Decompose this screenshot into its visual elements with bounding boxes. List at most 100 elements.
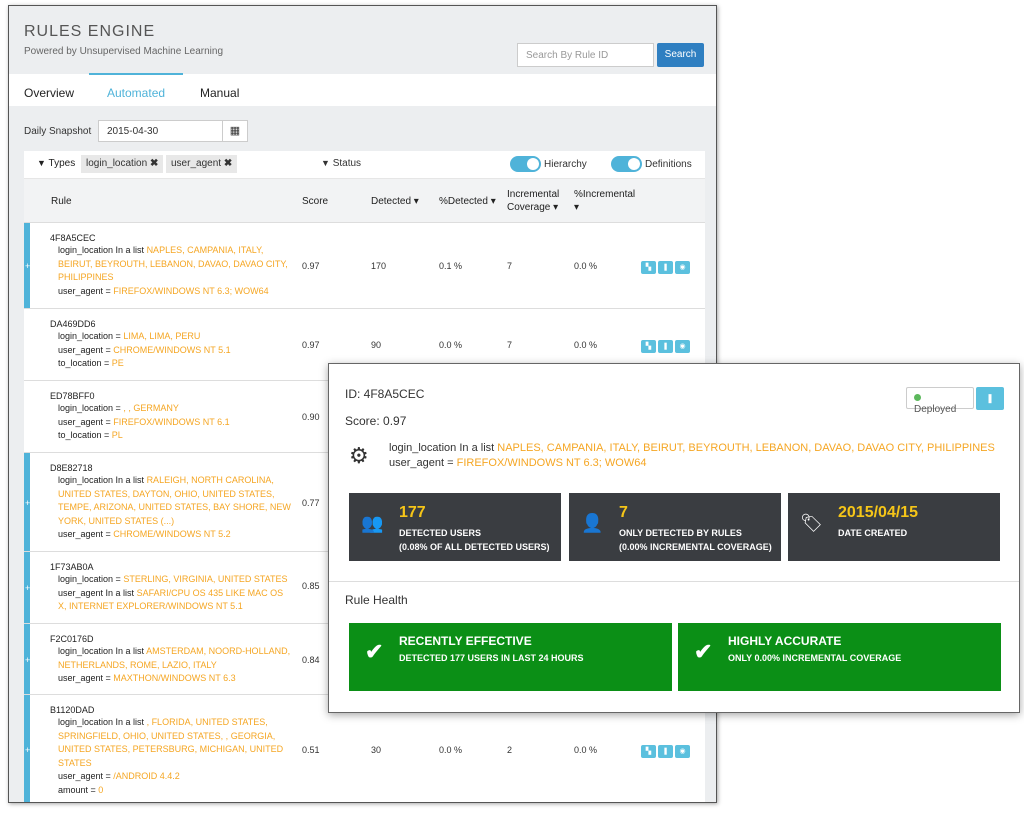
plus-icon: +: [25, 261, 31, 271]
rule-conditions: login_location = STERLING, VIRGINIA, UNI…: [58, 574, 288, 611]
deployed-badge[interactable]: Deployed: [906, 387, 974, 415]
col-pct-inc-label: %Incremental: [574, 189, 636, 200]
chip-user-agent[interactable]: user_agent ✖: [166, 155, 238, 173]
tab-overview[interactable]: Overview: [24, 86, 74, 100]
chip-login-location[interactable]: login_location ✖: [81, 155, 164, 173]
pause-icon[interactable]: ❚: [658, 261, 673, 274]
detected-cell: 170: [371, 261, 387, 271]
col-incremental-coverage[interactable]: Incremental Coverage ▾: [507, 188, 559, 214]
rule-id: 4F8A5CEC: [50, 233, 96, 243]
definitions-label: Definitions: [645, 159, 692, 170]
row-expand-bar[interactable]: +: [24, 695, 31, 802]
deployed-label: Deployed: [914, 404, 957, 415]
tab-manual[interactable]: Manual: [200, 86, 239, 100]
hierarchy-toggle[interactable]: [510, 156, 541, 172]
header: RULES ENGINE Powered by Unsupervised Mac…: [9, 6, 716, 74]
table-row[interactable]: + 4F8A5CEC login_location In a list NAPL…: [24, 223, 705, 309]
col-detected-label: Detected: [371, 196, 412, 207]
chip-label: user_agent: [171, 158, 222, 169]
stat-label-1: DATE CREATED: [838, 528, 908, 538]
row-expand-bar[interactable]: +: [24, 453, 30, 551]
cond2-key: user_agent: [389, 457, 445, 469]
health-subtitle: ONLY 0.00% INCREMENTAL COVERAGE: [728, 653, 902, 663]
definitions-toggle[interactable]: [611, 156, 642, 172]
check-icon: ✔: [694, 639, 713, 664]
col-pct-detected-label: %Detected: [439, 196, 488, 207]
rule-conditions: login_location In a list , FLORIDA, UNIT…: [58, 717, 284, 795]
tab-automated[interactable]: Automated: [107, 86, 165, 100]
rule-detail-popup: ID: 4F8A5CEC Score: 0.97 Deployed ❚ ⚙ lo…: [328, 363, 1020, 713]
filter-icon: ▼: [321, 158, 330, 168]
stat-detected-users: 👥 177 DETECTED USERS (0.08% OF ALL DETECT…: [349, 493, 561, 561]
cond1-value: NAPLES, CAMPANIA, ITALY, BEIRUT, BEYROUT…: [497, 442, 995, 454]
pause-icon[interactable]: ❚: [658, 745, 673, 758]
pause-button[interactable]: ❚: [976, 387, 1004, 410]
col-detected[interactable]: Detected ▾: [371, 196, 419, 207]
plus-icon: +: [25, 745, 31, 755]
pause-icon[interactable]: ❚: [658, 340, 673, 353]
rule-score: Score: 0.97: [345, 414, 407, 428]
snapshot-date-input[interactable]: 2015-04-30: [98, 120, 223, 142]
tab-bar: Overview Automated Manual: [9, 74, 716, 106]
rule-conditions: login_location In a list NAPLES, CAMPANI…: [389, 441, 995, 471]
stat-label-2: (0.00% INCREMENTAL COVERAGE): [619, 542, 772, 552]
status-label: Status: [332, 158, 362, 169]
row-expand-bar[interactable]: +: [24, 552, 30, 623]
pct-detected-cell: 0.1 %: [439, 261, 463, 271]
inc-coverage-cell: 7: [507, 340, 513, 350]
row-expand-bar[interactable]: +: [24, 223, 30, 308]
col-rule[interactable]: Rule: [51, 196, 72, 207]
search-button[interactable]: Search: [657, 43, 704, 67]
copy-icon[interactable]: ▚: [641, 261, 656, 274]
cond1-op: In a list: [459, 442, 495, 454]
cond2-op: =: [447, 457, 454, 469]
stat-number: 7: [619, 504, 628, 521]
row-actions: ▚ ❚ ◉: [641, 340, 690, 353]
types-filter[interactable]: ▼ Types: [37, 158, 75, 169]
eye-icon[interactable]: ◉: [675, 340, 690, 353]
eye-icon[interactable]: ◉: [675, 745, 690, 758]
rule-id: F2C0176D: [50, 634, 94, 644]
copy-icon[interactable]: ▚: [641, 340, 656, 353]
stat-date-created: 🏷 2015/04/15 DATE CREATED: [788, 493, 1000, 561]
stat-number: 177: [399, 504, 426, 521]
copy-icon[interactable]: ▚: [641, 745, 656, 758]
health-recently-effective: ✔ RECENTLY EFFECTIVE DETECTED 177 USERS …: [349, 623, 672, 691]
cond1-key: login_location: [389, 442, 457, 454]
col-inc-label-1: Incremental: [507, 189, 560, 200]
score-cell: 0.97: [302, 261, 320, 271]
col-pct-detected[interactable]: %Detected ▾: [439, 196, 496, 207]
health-title: HIGHLY ACCURATE: [728, 634, 842, 648]
score-cell: 0.51: [302, 745, 320, 755]
stat-number: 2015/04/15: [838, 504, 919, 521]
score-cell: 0.97: [302, 340, 320, 350]
score-cell: 0.77: [302, 498, 320, 508]
row-expand-bar[interactable]: +: [24, 624, 30, 694]
page-title: RULES ENGINE: [24, 23, 156, 40]
status-filter[interactable]: ▼ Status: [321, 158, 361, 169]
calendar-icon[interactable]: ▦: [222, 120, 248, 142]
cond2-value: FIREFOX/WINDOWS NT 6.3; WOW64: [456, 457, 647, 469]
rule-id: DA469DD6: [50, 319, 96, 329]
rule-conditions: login_location In a list AMSTERDAM, NOOR…: [58, 646, 291, 683]
types-label: Types: [48, 158, 76, 169]
filter-bar: ▼ Types login_location ✖ user_agent ✖ ▼ …: [24, 151, 705, 179]
search-input[interactable]: Search By Rule ID: [517, 43, 654, 67]
snapshot-label: Daily Snapshot: [24, 126, 92, 137]
pct-inc-cell: 0.0 %: [574, 745, 598, 755]
col-pct-incremental[interactable]: %Incremental ▾: [574, 188, 635, 214]
col-score[interactable]: Score: [302, 196, 328, 207]
remove-icon[interactable]: ✖: [224, 158, 232, 169]
stat-text: DATE CREATED: [838, 526, 907, 540]
score-cell: 0.90: [302, 412, 320, 422]
remove-icon[interactable]: ✖: [150, 158, 158, 169]
eye-icon[interactable]: ◉: [675, 261, 690, 274]
stat-text: ONLY DETECTED BY RULES (0.00% INCREMENTAL…: [619, 526, 772, 554]
rule-id: 1F73AB0A: [50, 562, 94, 572]
row-actions: ▚ ❚ ◉: [641, 745, 690, 758]
rule-conditions: login_location In a list RALEIGH, NORTH …: [58, 475, 291, 539]
inc-coverage-cell: 7: [507, 261, 513, 271]
divider: [329, 581, 1019, 582]
rule-health-title: Rule Health: [345, 593, 408, 607]
check-icon: ✔: [365, 639, 384, 664]
